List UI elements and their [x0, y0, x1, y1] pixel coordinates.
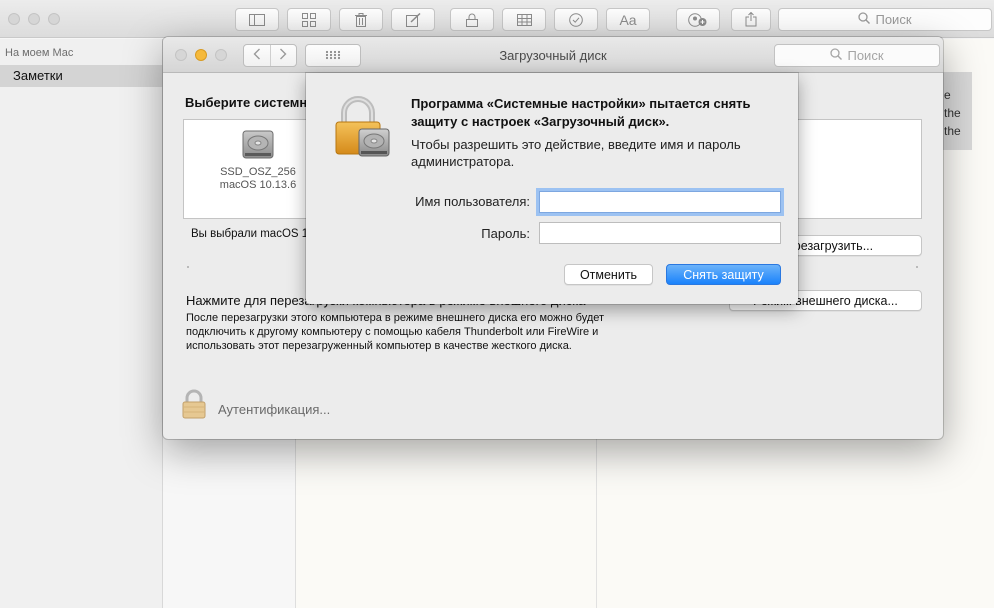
notes-search-field[interactable]: Поиск: [778, 8, 992, 31]
cancel-button[interactable]: Отменить: [564, 264, 653, 285]
disk-name: SSD_OSZ_256: [220, 166, 296, 178]
dialog-heading: Программа «Системные настройки» пытается…: [411, 96, 751, 129]
target-disk-mode-description: После перезагрузки этого компьютера в ре…: [186, 312, 605, 352]
share-people-icon: [688, 12, 708, 27]
notes-sidebar: На моем Mac Заметки: [0, 39, 163, 608]
lock-note-button[interactable]: [450, 8, 494, 31]
prefs-search-field[interactable]: Поиск: [774, 44, 940, 67]
padlock-icon: [181, 389, 207, 422]
close-window-button[interactable]: [8, 13, 20, 25]
lock-button[interactable]: [181, 389, 207, 422]
separator-dot: [916, 266, 918, 268]
notes-toolbar: Aa Поиск: [0, 0, 994, 38]
share-icon: [745, 12, 757, 27]
delete-button[interactable]: [339, 8, 383, 31]
checklist-button[interactable]: [554, 8, 598, 31]
lock-with-disk-icon: [333, 95, 393, 160]
table-icon: [516, 13, 532, 26]
editor-fragment-line: e: [944, 88, 951, 102]
editor-fragment-line: the: [944, 124, 961, 138]
search-icon: [830, 48, 843, 63]
unlock-button[interactable]: Снять защиту: [666, 264, 781, 285]
compose-icon: [405, 12, 421, 27]
text-format-icon: Aa: [619, 11, 637, 28]
zoom-window-button[interactable]: [48, 13, 60, 25]
disk-os-version: macOS 10.13.6: [219, 179, 297, 191]
password-label: Пароль:: [481, 226, 530, 241]
username-field[interactable]: [539, 191, 781, 213]
hard-drive-icon: [241, 130, 275, 163]
lock-icon: [466, 13, 478, 27]
password-field[interactable]: [539, 222, 781, 244]
sidebar-item-notes[interactable]: Заметки: [0, 65, 163, 87]
editor-fragment-line: the: [944, 106, 961, 120]
authenticating-text: Аутентификация...: [218, 402, 331, 417]
prefs-search-placeholder: Поиск: [847, 48, 884, 63]
separator-dot: [187, 266, 189, 268]
gallery-view-button[interactable]: [287, 8, 331, 31]
checklist-icon: [569, 12, 583, 27]
gallery-icon: [302, 12, 316, 27]
trash-icon: [355, 12, 367, 27]
share-button[interactable]: [731, 8, 771, 31]
notes-search-placeholder: Поиск: [875, 12, 912, 27]
disk-item[interactable]: SSD_OSZ_256 macOS 10.13.6: [208, 130, 308, 192]
search-icon: [858, 12, 871, 27]
minimize-window-button[interactable]: [28, 13, 40, 25]
sidebar-toggle-button[interactable]: [235, 8, 279, 31]
add-people-button[interactable]: [676, 8, 720, 31]
prefs-titlebar: Загрузочный диск Поиск: [163, 37, 943, 73]
username-label: Имя пользователя:: [415, 194, 530, 209]
dialog-info-text: Чтобы разрешить это действие, введите им…: [411, 137, 741, 169]
sidebar-header: На моем Mac: [5, 47, 74, 59]
sidebar-toggle-icon: [249, 13, 265, 26]
text-format-button[interactable]: Aa: [606, 8, 650, 31]
table-button[interactable]: [502, 8, 546, 31]
note-editor-text-fragment: e the the: [943, 72, 972, 150]
authentication-dialog: Программа «Системные настройки» пытается…: [306, 73, 798, 304]
compose-button[interactable]: [391, 8, 435, 31]
